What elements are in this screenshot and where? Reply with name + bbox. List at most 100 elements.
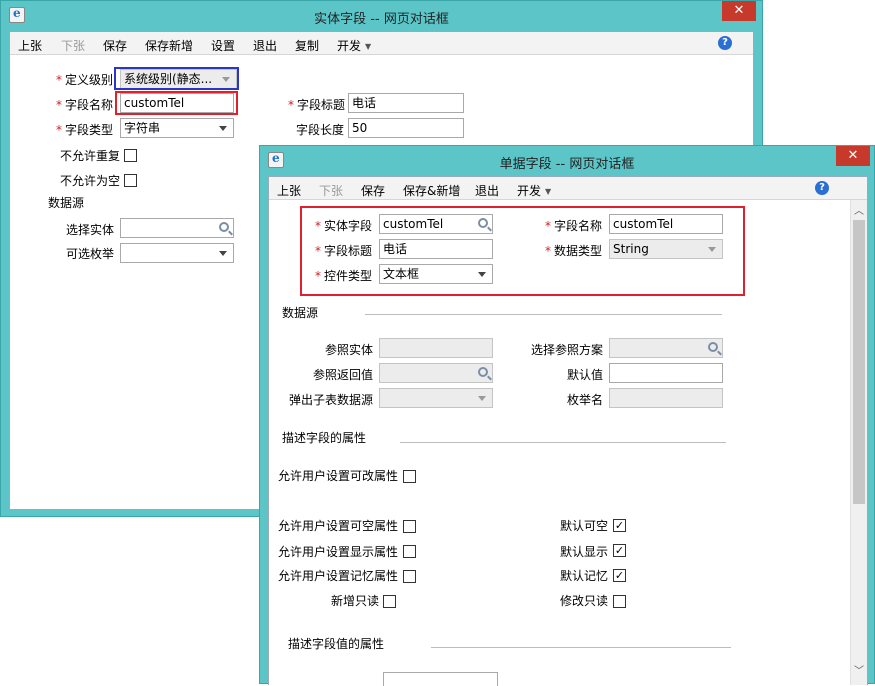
new-readonly-checkbox[interactable]: [383, 595, 396, 608]
control-type-label: * 控件类型: [315, 269, 373, 283]
next-button[interactable]: 下张: [61, 37, 85, 54]
chevron-down-icon: [219, 126, 227, 131]
field-type-select[interactable]: 字符串: [120, 118, 234, 138]
allow-memory-checkbox[interactable]: [403, 570, 416, 583]
vertical-scrollbar[interactable]: ︿ ﹀: [850, 200, 867, 685]
control-type-select[interactable]: 文本框: [379, 264, 493, 284]
no-null-label: 不允许为空: [60, 174, 121, 188]
no-duplicate-label: 不允许重复: [60, 149, 121, 163]
dialog-body: 上张 下张 保存 保存&新增 退出 开发 ▼ ? ︿ ﹀ * 实体字段 custom…: [268, 176, 868, 686]
section-divider: [365, 314, 722, 315]
title-bar: 实体字段 -- 网页对话框 ✕: [1, 1, 762, 31]
field-name-label: * 字段名称: [545, 219, 603, 233]
def-level-label: * 定义级别: [56, 73, 114, 87]
enum-name-input[interactable]: [609, 388, 723, 408]
entity-field-input[interactable]: customTel: [379, 214, 493, 234]
close-button[interactable]: ✕: [836, 146, 870, 166]
popup-child-select[interactable]: [379, 388, 493, 408]
scroll-up-icon[interactable]: ︿: [854, 202, 864, 217]
save-new-button[interactable]: 保存新增: [145, 37, 193, 54]
window-title: 实体字段 -- 网页对话框: [314, 12, 449, 27]
allow-nullable-label: 允许用户设置可空属性: [278, 519, 399, 533]
toolbar: 上张 下张 保存 保存&新增 退出 开发 ▼ ?: [269, 177, 867, 200]
prev-button[interactable]: 上张: [18, 37, 42, 54]
edit-readonly-label: 修改只读: [560, 594, 609, 608]
entity-field-label: * 实体字段: [315, 219, 373, 233]
settings-button[interactable]: 设置: [211, 37, 235, 54]
enum-label: 可选枚举: [66, 247, 115, 261]
default-memory-label: 默认记忆: [560, 569, 609, 583]
field-length-input[interactable]: 50: [348, 118, 464, 138]
no-null-checkbox[interactable]: [124, 174, 137, 187]
develop-menu[interactable]: 开发 ▼: [337, 37, 371, 54]
default-visible-checkbox[interactable]: ✓: [613, 544, 626, 557]
default-memory-checkbox[interactable]: ✓: [613, 569, 626, 582]
field-length-label: 字段长度: [296, 123, 345, 137]
allow-visible-label: 允许用户设置显示属性: [278, 545, 399, 559]
search-icon[interactable]: [708, 342, 718, 352]
window-title: 单据字段 -- 网页对话框: [499, 157, 635, 172]
allow-visible-checkbox[interactable]: [403, 545, 416, 558]
select-entity-label: 选择实体: [66, 223, 115, 237]
enum-select[interactable]: [120, 243, 234, 263]
ref-entity-label: 参照实体: [325, 343, 374, 357]
save-button[interactable]: 保存: [103, 37, 127, 54]
highlight-box: [114, 67, 239, 90]
document-field-dialog: 单据字段 -- 网页对话框 ✕ 上张 下张 保存 保存&新增 退出 开发▼ ? …: [259, 145, 875, 686]
scroll-down-icon[interactable]: ﹀: [854, 662, 864, 677]
title-bar: 单据字段 -- 网页对话框 ✕: [260, 146, 874, 176]
search-icon[interactable]: [478, 367, 488, 377]
section-divider: [400, 442, 726, 443]
field-title-input[interactable]: 电话: [348, 93, 464, 113]
default-value-label: 默认值: [567, 368, 604, 382]
field-name-input[interactable]: customTel: [609, 214, 723, 234]
value-attr-heading: 描述字段值的属性: [288, 637, 385, 651]
toolbar: 上张 下张 保存 保存新增 设置 退出 复制 开发 ▼ ?: [10, 32, 753, 55]
ref-scheme-label: 选择参照方案: [531, 343, 604, 357]
develop-menu[interactable]: 开发 ▼: [517, 182, 551, 199]
highlight-box: [115, 91, 238, 115]
data-type-select[interactable]: String: [609, 239, 723, 259]
prev-button[interactable]: 上张: [277, 182, 301, 199]
exit-button[interactable]: 退出: [475, 182, 499, 199]
ref-entity-input[interactable]: [379, 338, 493, 358]
ref-scheme-input[interactable]: [609, 338, 723, 358]
allow-editable-label: 允许用户设置可改属性: [278, 469, 399, 483]
save-button[interactable]: 保存: [361, 182, 385, 199]
help-icon[interactable]: ?: [718, 36, 732, 50]
allow-memory-label: 允许用户设置记忆属性: [278, 569, 399, 583]
edit-readonly-checkbox[interactable]: [613, 595, 626, 608]
develop-label: 开发: [337, 39, 362, 53]
section-divider: [431, 647, 731, 648]
popup-child-label: 弹出子表数据源: [289, 393, 374, 407]
datasource-heading: 数据源: [282, 306, 319, 320]
select-entity-input[interactable]: [120, 218, 234, 238]
field-type-label: * 字段类型: [56, 123, 114, 137]
no-duplicate-checkbox[interactable]: [124, 149, 137, 162]
chevron-down-icon: [478, 396, 486, 401]
copy-button[interactable]: 复制: [295, 37, 319, 54]
close-button[interactable]: ✕: [722, 1, 756, 21]
help-icon[interactable]: ?: [815, 181, 829, 195]
search-icon[interactable]: [219, 222, 229, 232]
data-type-label: * 数据类型: [545, 244, 603, 258]
next-button[interactable]: 下张: [319, 182, 343, 199]
default-nullable-checkbox[interactable]: ✓: [613, 519, 626, 532]
save-new-button[interactable]: 保存&新增: [403, 182, 460, 199]
chevron-down-icon: [219, 251, 227, 256]
allow-nullable-checkbox[interactable]: [403, 520, 416, 533]
ref-return-input[interactable]: [379, 363, 493, 383]
ref-return-label: 参照返回值: [313, 368, 374, 382]
field-name-label: * 字段名称: [56, 98, 114, 112]
field-title-label: * 字段标题: [288, 98, 346, 112]
default-value-input[interactable]: [609, 363, 723, 383]
enum-name-label: 枚举名: [567, 393, 604, 407]
default-nullable-label: 默认可空: [560, 519, 609, 533]
default-visible-label: 默认显示: [560, 545, 609, 559]
scroll-thumb[interactable]: [853, 220, 865, 504]
search-icon[interactable]: [478, 218, 488, 228]
chevron-down-icon: [478, 272, 486, 277]
field-title-input[interactable]: 电话: [379, 239, 493, 259]
exit-button[interactable]: 退出: [253, 37, 277, 54]
allow-editable-checkbox[interactable]: [403, 470, 416, 483]
